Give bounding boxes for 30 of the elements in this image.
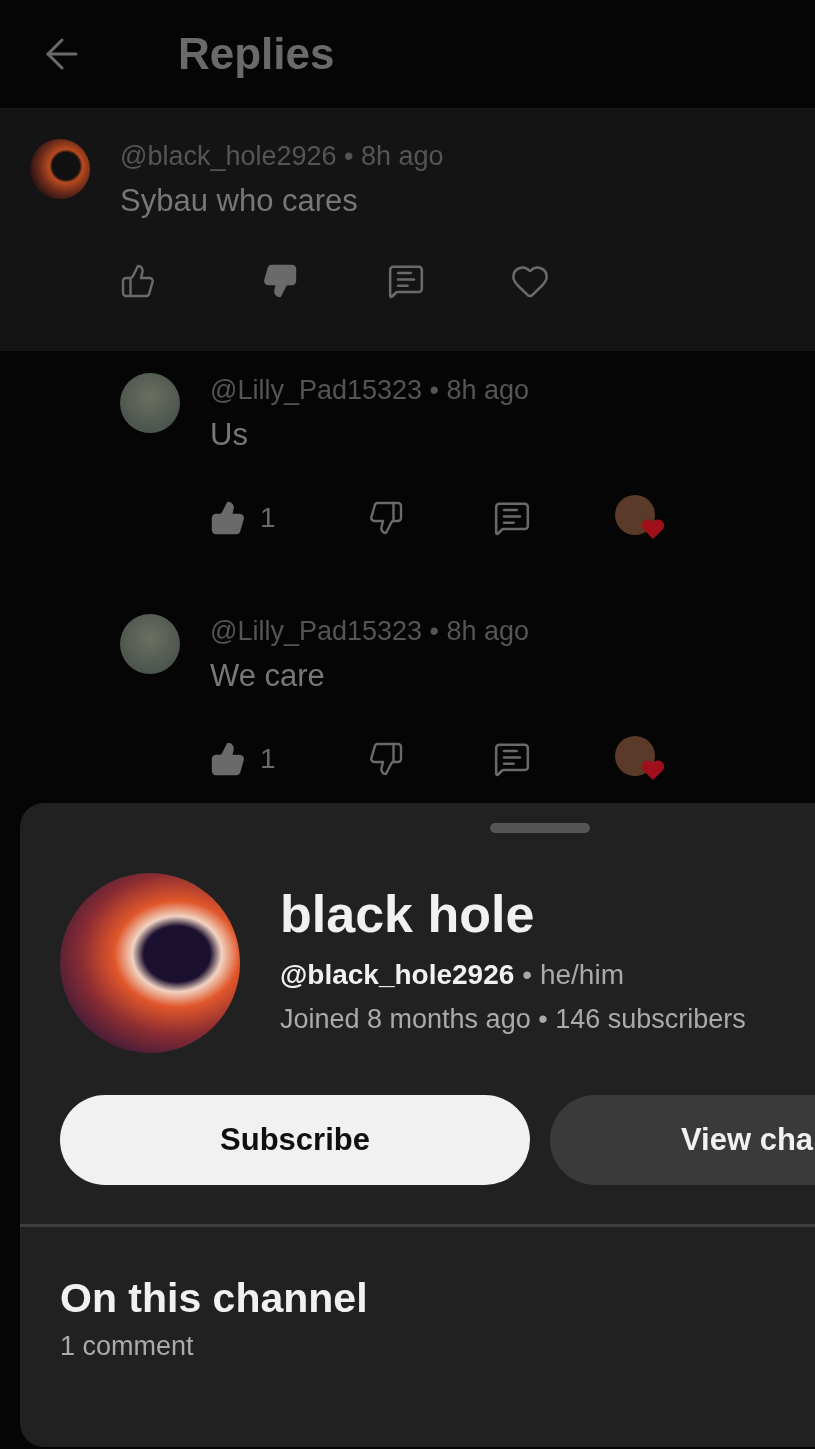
comment-meta: @Lilly_Pad15323 • 8h ago — [210, 374, 531, 407]
comment-meta: @black_hole2926 • 8h ago — [120, 140, 445, 173]
comment-count: 1 comment — [59, 1330, 195, 1362]
comment-icon — [493, 740, 531, 778]
thumbs-up-icon — [210, 741, 246, 777]
thumbs-down-icon — [262, 263, 298, 299]
comment-icon — [493, 499, 531, 537]
galaxy-avatar — [30, 139, 90, 199]
thumbs-up-icon — [120, 263, 156, 299]
comment-text: Sybau who cares — [120, 182, 359, 220]
comment-icon — [387, 262, 425, 300]
thumbs-down-icon — [368, 741, 404, 777]
avatar — [120, 614, 180, 674]
section-title: On this channel — [59, 1274, 369, 1323]
thumbs-up-icon — [210, 500, 246, 536]
channel-details: Joined 8 months ago • 146 subscribers — [280, 1003, 746, 1036]
comment-meta: @Lilly_Pad15323 • 8h ago — [210, 615, 531, 648]
avatar — [120, 373, 180, 433]
channel-handle: @black_hole2926 — [280, 958, 515, 992]
subscribe-button[interactable]: Subscribe — [60, 1095, 530, 1185]
like-button[interactable]: 1 — [210, 500, 368, 536]
comment-text: We care — [210, 657, 326, 695]
view-channel-button[interactable]: View cha — [550, 1095, 815, 1185]
page-title: Replies — [178, 29, 335, 79]
thumbs-down-icon — [368, 500, 404, 536]
drag-handle[interactable] — [490, 823, 590, 833]
channel-name: black hole — [280, 884, 536, 945]
pronouns: • he/him — [522, 958, 624, 992]
comment-text: Us — [210, 416, 249, 454]
like-button[interactable]: 1 — [210, 741, 368, 777]
